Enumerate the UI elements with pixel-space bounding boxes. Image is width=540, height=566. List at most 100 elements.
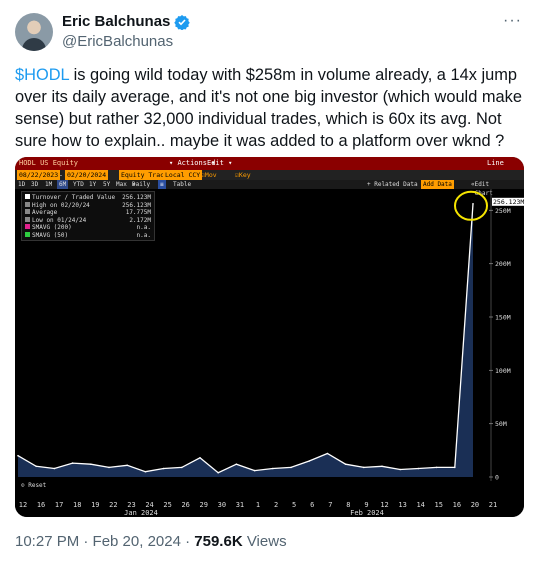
y-tick-label: 50M xyxy=(495,420,507,428)
add-data-field: Add Data xyxy=(421,180,454,189)
tweet-footer: 10:27 PM · Feb 20, 2024 · 759.6K Views xyxy=(15,533,287,550)
x-axis: 12 16 17 18 19 22 23 24 25 26 29 30 31 1 2 5 6 7 8 9 12 13 14 1… xyxy=(15,499,524,517)
x-tick-label: 25 xyxy=(163,501,172,509)
terminal-toolbar: 08/22/2023 - 02/20/2024 Equity Tracker L… xyxy=(15,170,524,189)
data-point xyxy=(435,466,438,469)
y-tick-label: 250M xyxy=(495,207,511,215)
x-tick-label: 7 xyxy=(328,501,333,509)
reset-button: ⊙ Reset xyxy=(21,482,47,489)
x-tick-label: 23 xyxy=(127,501,136,509)
x-tick-label: 26 xyxy=(181,501,190,509)
period-daily: Daily ▾ xyxy=(132,181,151,188)
last-value-label: 256.123M xyxy=(493,198,524,206)
period-3d: 3D xyxy=(31,181,39,188)
x-tick-label: 16 xyxy=(36,501,46,509)
period-1m: 1M xyxy=(45,181,53,188)
tweet-text: $HODL is going wild today with $258m in … xyxy=(15,64,527,152)
data-point xyxy=(344,463,347,466)
x-tick-label: 20 xyxy=(470,501,480,509)
table-label: Table xyxy=(173,181,192,188)
data-point xyxy=(272,467,274,470)
x-tick-label: 19 xyxy=(91,501,100,509)
x-tick-label: 6 xyxy=(310,501,315,509)
x-tick-label: 14 xyxy=(416,501,425,509)
period-ytd: YTD xyxy=(73,181,84,188)
data-point xyxy=(90,463,92,466)
x-tick-label: 8 xyxy=(346,501,351,509)
x-month-label: Feb 2024 xyxy=(350,509,384,517)
data-point xyxy=(126,464,128,467)
related-data: + Related Data xyxy=(367,181,418,188)
x-tick-label: 2 xyxy=(273,501,279,509)
data-point xyxy=(108,466,110,469)
data-point xyxy=(53,467,56,470)
period-max: Max xyxy=(116,181,127,188)
views-label: Views xyxy=(242,533,287,550)
x-tick-label: 12 xyxy=(380,501,389,509)
x-tick-label: 15 xyxy=(434,501,443,509)
period-6m: 6M xyxy=(57,180,69,189)
data-point xyxy=(308,460,311,462)
verified-badge-icon xyxy=(174,14,191,30)
period-1y: 1Y xyxy=(89,181,97,188)
data-point xyxy=(290,466,292,469)
x-tick-label: 17 xyxy=(54,501,64,509)
data-point xyxy=(417,467,420,470)
data-point xyxy=(235,463,238,466)
y-tick-label: 100M xyxy=(495,367,511,375)
chart-plot-area: 0 50M 100M 150M 200M 250M256.123M ⊙ Reset xyxy=(17,189,524,489)
date-from: 08/22/2023 xyxy=(17,170,61,180)
data-point xyxy=(217,471,219,474)
data-point xyxy=(363,466,365,469)
data-point xyxy=(472,203,474,205)
data-point xyxy=(253,469,256,472)
author-handle[interactable]: @EricBalchunas xyxy=(62,33,173,50)
views-count: 759.6K xyxy=(194,533,243,550)
data-point xyxy=(199,457,201,459)
date-to: 02/20/2024 xyxy=(65,170,109,180)
ticker-label: HODL US Equity xyxy=(19,159,79,167)
y-tick-label: 200M xyxy=(495,260,511,268)
x-tick-label: 21 xyxy=(488,501,498,509)
tweet-body: is going wild today with $258m in volume… xyxy=(15,66,522,150)
period-1d: 1D xyxy=(18,181,26,188)
currency-field: Local CCY xyxy=(163,170,203,180)
tweet: Eric Balchunas @EricBalchunas ··· $HODL … xyxy=(0,0,540,566)
x-tick-label: 5 xyxy=(292,501,297,509)
data-point xyxy=(454,466,456,469)
x-tick-label: 18 xyxy=(73,501,82,509)
data-point xyxy=(381,465,383,468)
author-name[interactable]: Eric Balchunas xyxy=(62,13,170,30)
x-tick-label: 16 xyxy=(452,501,462,509)
edit-menu: Edit ▾ xyxy=(207,159,233,167)
data-point xyxy=(399,468,402,471)
x-tick-label: 30 xyxy=(217,501,227,509)
period-5y: 5Y xyxy=(103,181,111,188)
x-tick-label: 9 xyxy=(364,501,369,509)
x-tick-label: 31 xyxy=(235,501,245,509)
highlight-circle xyxy=(454,190,488,221)
more-options-icon[interactable]: ··· xyxy=(503,12,522,30)
avatar[interactable] xyxy=(15,13,53,51)
data-point xyxy=(181,466,183,469)
y-tick-label: 0 xyxy=(495,474,499,482)
author-name-row[interactable]: Eric Balchunas xyxy=(62,13,191,30)
data-point xyxy=(144,470,147,473)
cashtag-link[interactable]: $HODL xyxy=(15,66,69,84)
terminal-period-bar: 1D 3D 1M 6M YTD 1Y 5Y Max Daily ▾ ≡ Tabl… xyxy=(15,180,524,197)
data-point xyxy=(71,462,74,464)
data-point xyxy=(162,467,165,470)
timestamp[interactable]: 10:27 PM · Feb 20, 2024 · xyxy=(15,533,194,550)
series-line xyxy=(17,203,474,474)
data-point xyxy=(326,452,329,455)
data-point xyxy=(35,465,37,468)
x-tick-label: 1 xyxy=(255,501,261,509)
table-icon: ≡ xyxy=(158,180,166,189)
x-tick-label: 13 xyxy=(398,501,407,509)
series-area xyxy=(18,203,473,478)
edit-chart: « Edit Chart xyxy=(471,181,493,197)
x-tick-label: 12 xyxy=(18,501,28,509)
bloomberg-chart-image[interactable]: HODL US Equity ▾ Actions ▾ Edit ▾ Line C… xyxy=(15,157,524,517)
x-month-label: Jan 2024 xyxy=(124,509,158,517)
x-tick-label: 22 xyxy=(109,501,118,509)
